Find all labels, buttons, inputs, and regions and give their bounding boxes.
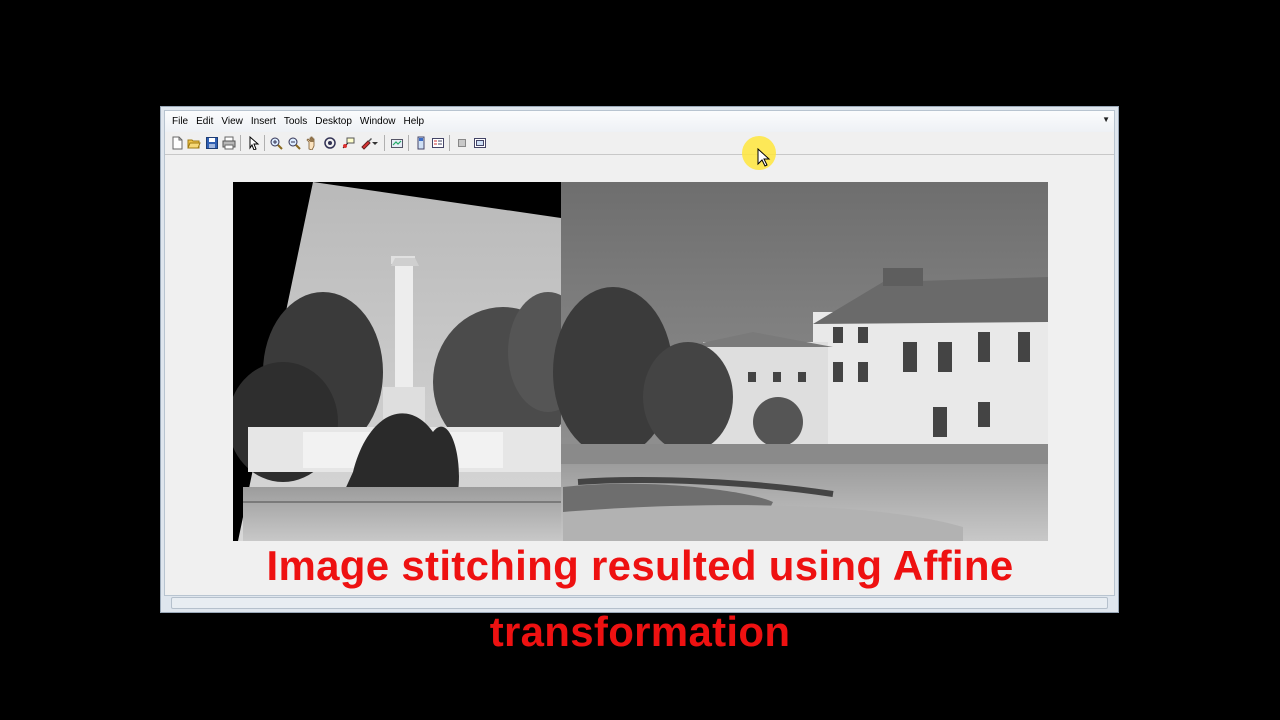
zoom-in-icon[interactable] [269,136,283,150]
caption-line-2: transformation [489,608,791,655]
menu-window[interactable]: Window [356,111,400,132]
legend-icon[interactable] [431,136,445,150]
toolbar-separator [449,135,450,151]
brush-dropdown-icon[interactable] [371,136,379,150]
pan-hand-icon[interactable] [305,136,319,150]
menu-insert[interactable]: Insert [247,111,280,132]
toolbar-separator [240,135,241,151]
colorbar-icon[interactable] [414,136,428,150]
menu-help[interactable]: Help [400,111,429,132]
menu-desktop[interactable]: Desktop [311,111,356,132]
caption-line-1: Image stitching resulted using Affine [266,542,1014,589]
hide-plot-tools-icon[interactable] [455,136,469,150]
stitched-panorama-image [233,182,1048,541]
print-icon[interactable] [222,136,236,150]
rotate-3d-icon[interactable] [323,136,337,150]
menu-tools[interactable]: Tools [280,111,311,132]
stitched-image-axes [233,182,1048,541]
menu-file[interactable]: File [168,111,192,132]
zoom-out-icon[interactable] [287,136,301,150]
toolbar-separator [408,135,409,151]
link-plot-icon[interactable] [390,136,404,150]
menu-bar: File Edit View Insert Tools Desktop Wind… [165,111,1114,132]
menu-edit[interactable]: Edit [192,111,217,132]
select-arrow-icon[interactable] [247,136,261,150]
menu-view[interactable]: View [217,111,247,132]
open-file-icon[interactable] [187,136,201,150]
new-figure-icon[interactable] [170,136,184,150]
show-plot-tools-icon[interactable] [473,136,487,150]
toolbar-separator [384,135,385,151]
mouse-cursor-icon [757,148,771,167]
toolbar-separator [264,135,265,151]
reference-right-image [553,182,1048,541]
dock-arrow-icon[interactable]: ▼ [1102,115,1110,124]
data-cursor-icon[interactable] [341,136,355,150]
warped-left-image [233,182,588,541]
save-icon[interactable] [205,136,219,150]
figure-toolbar [165,132,1114,155]
figure-client-area: File Edit View Insert Tools Desktop Wind… [164,110,1115,596]
figure-window: File Edit View Insert Tools Desktop Wind… [160,106,1119,613]
